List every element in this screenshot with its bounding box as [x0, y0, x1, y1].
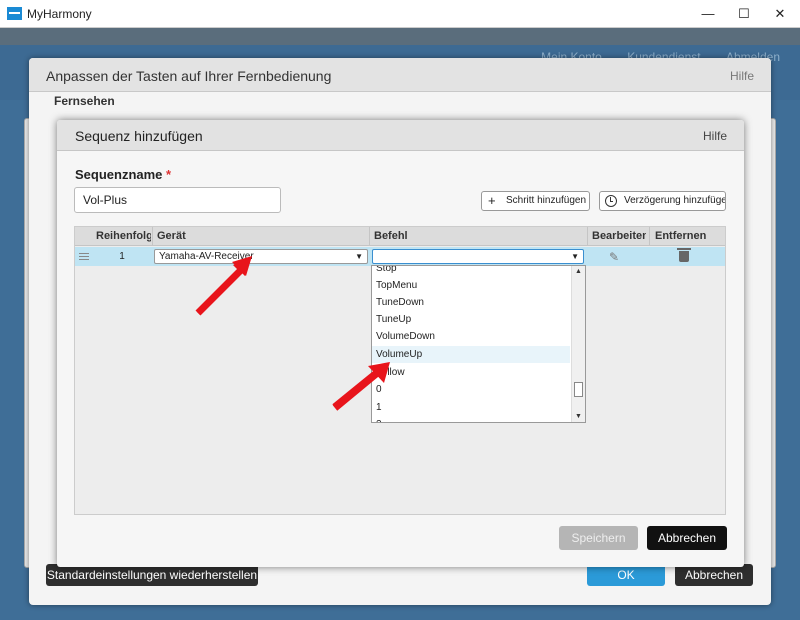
- annotation-arrows: [195, 256, 390, 411]
- red-arrow-icon: [195, 256, 252, 316]
- red-arrow-icon: [332, 365, 382, 406]
- red-arrow-icon: [332, 362, 390, 411]
